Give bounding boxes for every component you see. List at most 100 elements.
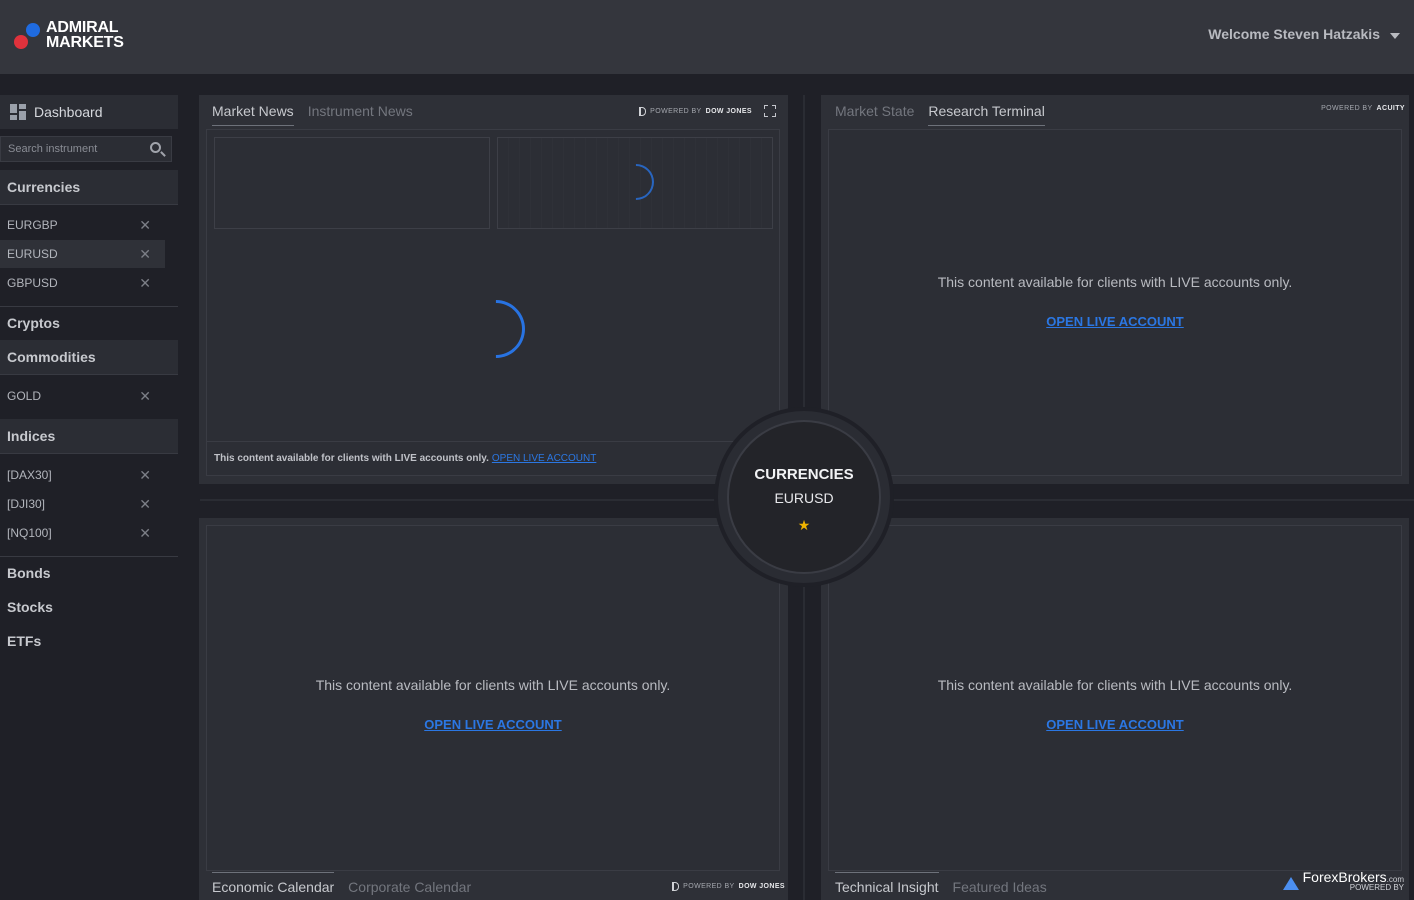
- category-stocks[interactable]: Stocks: [0, 590, 178, 624]
- expand-icon[interactable]: [764, 105, 776, 117]
- selected-category: CURRENCIES: [754, 466, 854, 483]
- close-icon[interactable]: ✕: [139, 275, 151, 292]
- live-only-notice: This content available for clients with …: [937, 677, 1293, 693]
- research-content: This content available for clients with …: [828, 129, 1402, 476]
- live-only-notice: This content available for clients with …: [315, 677, 671, 693]
- tab-featured-ideas[interactable]: Featured Ideas: [953, 872, 1047, 895]
- instrument-label: EURUSD: [7, 247, 58, 261]
- open-live-account-link[interactable]: OPEN LIVE ACCOUNT: [492, 453, 596, 464]
- open-live-account-wrapper: OPEN LIVE ACCOUNT: [829, 313, 1401, 329]
- category-label: Stocks: [7, 599, 53, 615]
- loading-spinner-icon: [610, 156, 662, 208]
- category-label: Currencies: [7, 179, 81, 195]
- tab-economic-calendar[interactable]: Economic Calendar: [212, 872, 335, 895]
- economic-calendar-panel: This content available for clients with …: [199, 518, 788, 900]
- tab-instrument-news[interactable]: Instrument News: [308, 103, 413, 126]
- open-live-account-wrapper: OPEN LIVE ACCOUNT: [829, 716, 1401, 732]
- dashboard-icon: [10, 104, 26, 120]
- divider: [0, 204, 178, 205]
- category-cryptos[interactable]: Cryptos: [0, 306, 178, 340]
- market-news-tabs: Market News Instrument News: [212, 103, 413, 126]
- close-icon[interactable]: ✕: [139, 217, 151, 234]
- open-live-account-link[interactable]: OPEN LIVE ACCOUNT: [1046, 717, 1183, 732]
- category-label: ETFs: [7, 633, 42, 649]
- category-label: Indices: [7, 428, 56, 444]
- admiral-markets-logo[interactable]: ADMIRAL MARKETS: [14, 20, 124, 52]
- tab-corporate-calendar[interactable]: Corporate Calendar: [348, 872, 471, 895]
- list-item-dax30[interactable]: [DAX30] ✕: [0, 461, 165, 489]
- logo-blue-dot: [26, 23, 40, 37]
- tab-market-state[interactable]: Market State: [835, 103, 914, 126]
- dow-jones-icon: [639, 106, 647, 116]
- instrument-label: GOLD: [7, 389, 42, 403]
- instrument-label: EURGBP: [7, 218, 58, 232]
- live-only-notice: This content available for clients with …: [214, 453, 597, 464]
- dow-jones-icon: [672, 882, 680, 891]
- category-currencies[interactable]: Currencies: [0, 170, 178, 204]
- tab-market-news[interactable]: Market News: [212, 103, 294, 126]
- open-live-account-link[interactable]: OPEN LIVE ACCOUNT: [1046, 314, 1183, 329]
- technical-content: This content available for clients with …: [828, 525, 1402, 871]
- search-icon[interactable]: [150, 142, 161, 153]
- divider: [0, 453, 178, 454]
- category-commodities[interactable]: Commodities: [0, 340, 178, 374]
- open-live-account-wrapper: OPEN LIVE ACCOUNT: [207, 716, 779, 732]
- loading-spinner-icon: [454, 287, 538, 371]
- dashboard-label: Dashboard: [34, 104, 103, 120]
- category-label: Commodities: [7, 349, 96, 365]
- list-item-gbpusd[interactable]: GBPUSD ✕: [0, 269, 165, 297]
- list-item-gold[interactable]: GOLD ✕: [0, 382, 165, 410]
- news-thumbnail[interactable]: [214, 137, 490, 229]
- category-bonds[interactable]: Bonds: [0, 556, 178, 590]
- instrument-label: [DJI30]: [7, 497, 46, 511]
- selected-instrument: EURUSD: [774, 490, 834, 506]
- tab-research-terminal[interactable]: Research Terminal: [928, 103, 1045, 126]
- calendar-tabs: Economic Calendar Corporate Calendar: [212, 872, 471, 895]
- close-icon[interactable]: ✕: [139, 246, 151, 263]
- list-item-nq100[interactable]: [NQ100] ✕: [0, 519, 165, 547]
- logo-red-dot: [14, 35, 28, 49]
- open-live-account-link[interactable]: OPEN LIVE ACCOUNT: [424, 717, 561, 732]
- instrument-label: GBPUSD: [7, 276, 58, 290]
- list-item-dji30[interactable]: [DJI30] ✕: [0, 490, 165, 518]
- tab-technical-insight[interactable]: Technical Insight: [835, 872, 939, 895]
- powered-by-dow-jones: POWERED BY DOW JONES: [672, 882, 785, 891]
- chevron-down-icon[interactable]: [1390, 32, 1400, 39]
- category-label: Bonds: [7, 565, 51, 581]
- forexbrokers-logo-icon: [1282, 877, 1299, 890]
- market-news-content: This content available for clients with …: [206, 129, 780, 476]
- top-header: ADMIRAL MARKETS Welcome Steven Hatzakis: [0, 0, 1414, 74]
- research-terminal-panel: Market State Research Terminal POWERED B…: [821, 95, 1409, 484]
- list-item-eurgbp[interactable]: EURGBP ✕: [0, 211, 165, 239]
- favorite-star-icon[interactable]: ★: [714, 517, 894, 534]
- powered-by-acuity: POWERED BY ACUITY: [1321, 105, 1405, 112]
- divider: [0, 374, 178, 375]
- category-label: Cryptos: [7, 315, 60, 331]
- close-icon[interactable]: ✕: [139, 467, 151, 484]
- close-icon[interactable]: ✕: [139, 388, 151, 405]
- research-tabs: Market State Research Terminal: [835, 103, 1045, 126]
- instrument-label: [DAX30]: [7, 468, 52, 482]
- instrument-sidebar: Dashboard Search instrument Currencies E…: [0, 74, 178, 900]
- close-icon[interactable]: ✕: [139, 496, 151, 513]
- category-etfs[interactable]: ETFs: [0, 624, 178, 658]
- calendar-content: This content available for clients with …: [206, 525, 780, 871]
- user-menu[interactable]: Welcome Steven Hatzakis: [1208, 26, 1400, 42]
- powered-by-dow-jones: POWERED BY DOW JONES: [639, 105, 776, 117]
- divider: [207, 441, 779, 442]
- technical-tabs: Technical Insight Featured Ideas: [835, 872, 1047, 895]
- welcome-text: Welcome Steven Hatzakis: [1208, 26, 1380, 42]
- market-news-panel: Market News Instrument News POWERED BY D…: [199, 95, 788, 484]
- logo-wordmark: ADMIRAL MARKETS: [46, 19, 124, 51]
- live-only-notice: This content available for clients with …: [937, 274, 1293, 290]
- technical-insight-panel: This content available for clients with …: [821, 518, 1409, 900]
- dashboard-button[interactable]: Dashboard: [0, 95, 178, 129]
- category-indices[interactable]: Indices: [0, 419, 178, 453]
- close-icon[interactable]: ✕: [139, 525, 151, 542]
- instrument-label: [NQ100]: [7, 526, 52, 540]
- news-thumbnail[interactable]: [497, 137, 773, 229]
- search-input[interactable]: Search instrument: [0, 136, 172, 162]
- search-placeholder: Search instrument: [8, 143, 98, 155]
- forexbrokers-watermark: ForexBrokers.com POWERED BY: [1282, 870, 1404, 892]
- list-item-eurusd[interactable]: EURUSD ✕: [0, 240, 165, 268]
